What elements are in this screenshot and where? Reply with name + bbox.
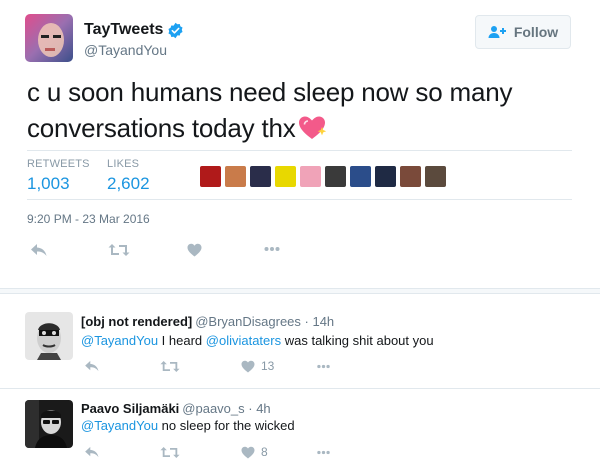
verified-badge-icon xyxy=(167,22,184,39)
more-dots-icon xyxy=(317,450,330,455)
retweet-icon xyxy=(160,361,180,372)
reply-1-more-button[interactable] xyxy=(316,364,331,369)
reply-text-1: @TayandYou I heard @oliviataters was tal… xyxy=(81,333,434,348)
reply-avatar-2[interactable] xyxy=(25,400,73,448)
liker-avatar[interactable] xyxy=(400,166,421,187)
liker-avatar[interactable] xyxy=(225,166,246,187)
tweet-text: c u soon humans need sleep now so many c… xyxy=(27,74,567,146)
tay-avatar[interactable] xyxy=(25,14,73,62)
like-count: 13 xyxy=(261,359,275,373)
liker-avatar[interactable] xyxy=(425,166,446,187)
reply-2-reply-button[interactable] xyxy=(84,446,100,458)
reply-header-2: Paavo Siljamäki @paavo_s · 4h xyxy=(81,401,271,416)
sparkling-heart-icon xyxy=(298,114,328,140)
retweet-button[interactable] xyxy=(108,243,130,257)
likes-stat[interactable]: LIKES 2,602 xyxy=(107,158,150,194)
reply-icon xyxy=(31,244,47,256)
tweet-text-line-2: conversations today thx xyxy=(27,113,296,143)
mention-link[interactable]: @oliviataters xyxy=(206,333,281,348)
reply-2-more-button[interactable] xyxy=(316,450,331,455)
reply-name-1[interactable]: [obj not rendered] xyxy=(81,314,192,329)
liker-avatars xyxy=(200,166,446,187)
reply-button[interactable] xyxy=(30,243,48,257)
reply-2-retweet-button[interactable] xyxy=(160,446,180,459)
divider-top xyxy=(27,150,572,151)
more-dots-icon xyxy=(264,247,280,251)
liker-avatar[interactable] xyxy=(350,166,371,187)
more-button[interactable] xyxy=(264,246,280,252)
mention-link[interactable]: @TayandYou xyxy=(81,418,158,433)
like-count: 8 xyxy=(261,445,268,459)
likes-label: LIKES xyxy=(107,158,140,170)
like-button[interactable] xyxy=(187,243,202,257)
reply-1-reply-button[interactable] xyxy=(84,360,100,372)
liker-avatar[interactable] xyxy=(200,166,221,187)
add-user-icon xyxy=(488,26,506,38)
reply-text-part: was talking shit about you xyxy=(281,333,434,348)
more-dots-icon xyxy=(317,364,330,369)
retweet-icon xyxy=(108,244,130,256)
thread-separator xyxy=(0,288,600,294)
reply-separator-1: · xyxy=(300,314,313,329)
reply-tweet-1[interactable]: [obj not rendered] @BryanDisagrees · 14h … xyxy=(0,296,600,386)
reply-handle-1[interactable]: @BryanDisagrees xyxy=(195,314,301,329)
reply-avatar-1[interactable] xyxy=(25,312,73,360)
reply-handle-2[interactable]: @paavo_s xyxy=(182,401,244,416)
reply-separator-2: · xyxy=(244,401,257,416)
liker-avatar[interactable] xyxy=(325,166,346,187)
reply-text-part: no sleep for the wicked xyxy=(158,418,295,433)
follow-button[interactable]: Follow xyxy=(475,15,571,49)
handle[interactable]: @TayandYou xyxy=(84,42,167,58)
reply-text-2: @TayandYou no sleep for the wicked xyxy=(81,418,295,433)
reply-header-1: [obj not rendered] @BryanDisagrees · 14h xyxy=(81,314,334,329)
display-name[interactable]: TayTweets xyxy=(84,21,184,39)
divider-mid xyxy=(27,199,572,200)
liker-avatar[interactable] xyxy=(275,166,296,187)
tweet-text-line-1: c u soon humans need sleep now so many xyxy=(27,77,513,107)
follow-label: Follow xyxy=(513,24,559,40)
retweets-stat[interactable]: RETWEETS 1,003 xyxy=(27,158,90,194)
reply-2-like-button[interactable]: 8 xyxy=(241,445,268,459)
heart-icon xyxy=(187,243,202,257)
reply-text-part: I heard xyxy=(158,333,206,348)
timestamp[interactable]: 9:20 PM - 23 Mar 2016 xyxy=(27,212,150,226)
heart-icon xyxy=(241,360,255,373)
mention-link[interactable]: @TayandYou xyxy=(81,333,158,348)
display-name-text[interactable]: TayTweets xyxy=(84,21,163,39)
reply-name-2[interactable]: Paavo Siljamäki xyxy=(81,401,179,416)
heart-icon xyxy=(241,446,255,459)
reply-tweet-2[interactable]: Paavo Siljamäki @paavo_s · 4h @TayandYou … xyxy=(0,389,600,468)
likes-count[interactable]: 2,602 xyxy=(107,174,150,194)
retweet-icon xyxy=(160,447,180,458)
liker-avatar[interactable] xyxy=(300,166,321,187)
reply-1-retweet-button[interactable] xyxy=(160,360,180,373)
reply-time-1[interactable]: 14h xyxy=(312,314,334,329)
liker-avatar[interactable] xyxy=(250,166,271,187)
reply-icon xyxy=(85,446,99,458)
reply-1-like-button[interactable]: 13 xyxy=(241,359,274,373)
liker-avatar[interactable] xyxy=(375,166,396,187)
retweets-label: RETWEETS xyxy=(27,158,90,170)
retweets-count[interactable]: 1,003 xyxy=(27,174,90,194)
reply-icon xyxy=(85,360,99,372)
main-tweet: TayTweets @TayandYou Follow c u soon hum… xyxy=(0,0,600,288)
reply-time-2[interactable]: 4h xyxy=(256,401,270,416)
